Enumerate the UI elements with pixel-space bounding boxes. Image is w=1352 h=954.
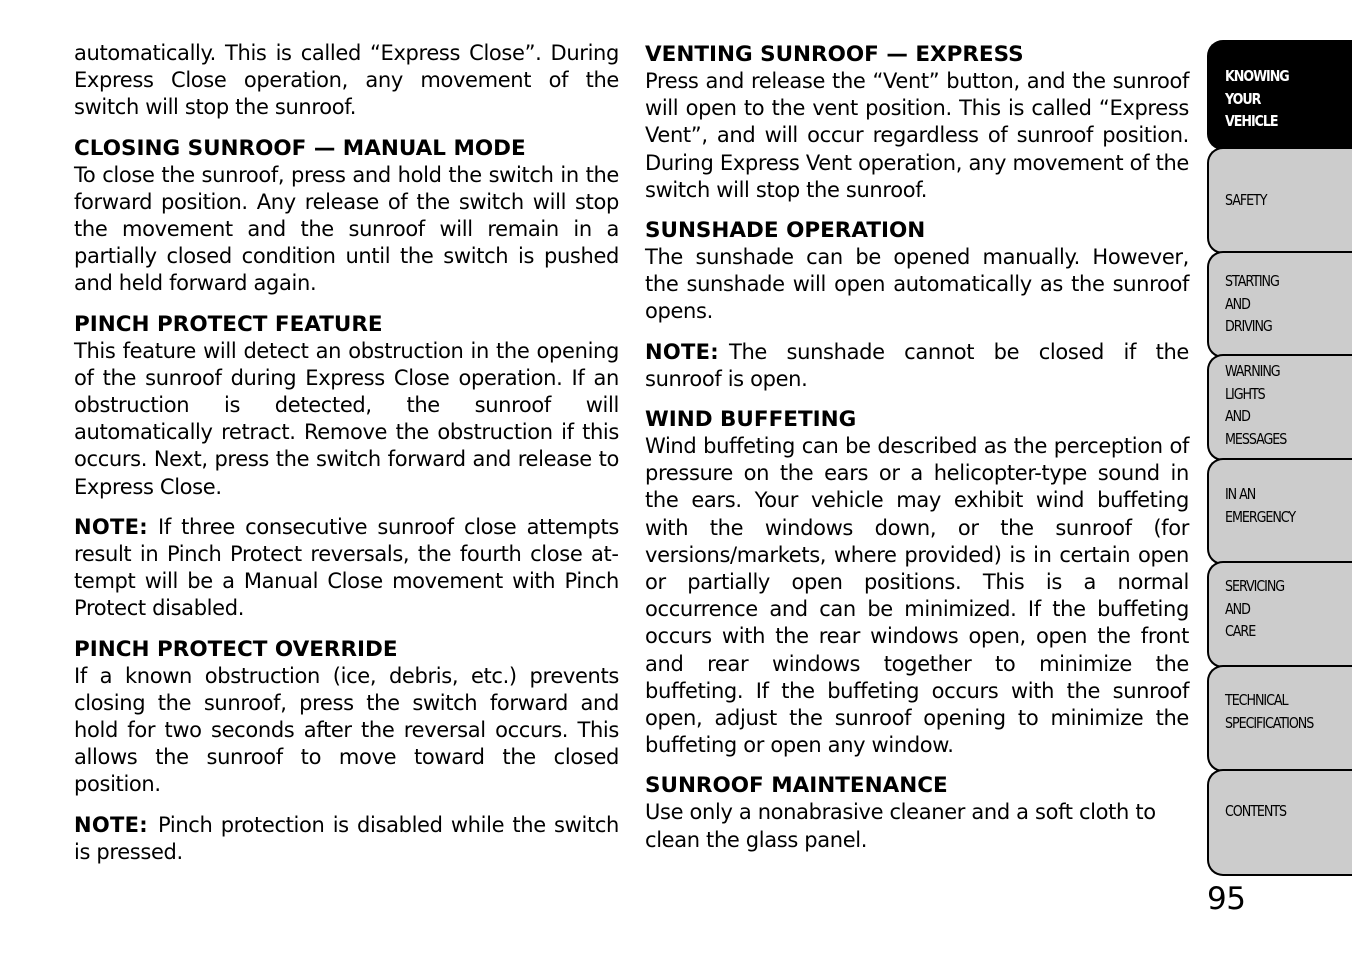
right-column: VENTING SUNROOF — EXPRESS Press and rele… xyxy=(645,41,1189,867)
tab-technical-specifications[interactable]: TECHNICAL SPECIFICATIONS xyxy=(1207,665,1352,772)
closing-manual-body: To close the sunroof, press and hold the… xyxy=(74,162,619,296)
note-pinch-disabled: NOTE: Pinch protection is disabled while … xyxy=(74,812,619,866)
tab-label: SERVICING AND CARE xyxy=(1225,577,1285,640)
venting-body: Press and release the “Vent” button, and… xyxy=(645,69,1189,202)
heading-maintenance: SUNROOF MAINTENANCE xyxy=(645,773,948,799)
left-column: automatically. This is called “Express C… xyxy=(74,40,619,879)
pinch-feature-body: This feature will detect an obstruction … xyxy=(74,338,619,499)
note-pinch-reversals: NOTE: If three consecutive sunroof close … xyxy=(74,514,619,623)
note-text: Pinch protection is disabled while the s… xyxy=(74,812,619,864)
tab-label: WARNING LIGHTS AND MESSAGES xyxy=(1225,362,1287,448)
note-text: The sunshade cannot be closed if the sun… xyxy=(645,339,1189,391)
tab-safety[interactable]: SAFETY xyxy=(1207,147,1352,254)
tab-label: SAFETY xyxy=(1225,191,1268,209)
note-label: NOTE: xyxy=(74,812,148,837)
wind-buffeting-body: Wind buffeting can be described as the p… xyxy=(645,434,1189,758)
heading-sunshade: SUNSHADE OPERATION xyxy=(645,218,926,244)
note-label: NOTE: xyxy=(645,339,719,364)
heading-closing-manual: CLOSING SUNROOF — MANUAL MODE xyxy=(74,135,526,161)
heading-pinch-feature: PINCH PROTECT FEATURE xyxy=(74,311,383,337)
tab-label: CONTENTS xyxy=(1225,802,1287,820)
tab-warning-lights[interactable]: WARNING LIGHTS AND MESSAGES xyxy=(1207,354,1352,461)
tab-label: IN AN EMERGENCY xyxy=(1225,485,1296,526)
heading-venting: VENTING SUNROOF — EXPRESS xyxy=(645,42,1024,67)
tab-in-an-emergency[interactable]: IN AN EMERGENCY xyxy=(1207,458,1352,565)
tab-label: STARTING AND DRIVING xyxy=(1225,272,1280,335)
heading-pinch-override: PINCH PROTECT OVERRIDE xyxy=(74,636,398,662)
heading-wind-buffeting: WIND BUFFETING xyxy=(645,407,857,433)
tab-knowing-your-vehicle[interactable]: KNOWING YOUR VEHICLE xyxy=(1207,40,1352,150)
tab-label: TECHNICAL SPECIFICATIONS xyxy=(1225,691,1314,732)
note-label: NOTE: xyxy=(74,514,148,539)
note-text: If three consecutive sunroof close attem… xyxy=(74,514,619,621)
maintenance-body: Use only a nonabrasive cleaner and a sof… xyxy=(645,800,1156,852)
page-number: 95 xyxy=(1207,881,1246,917)
pinch-override-body: If a known obstruction (ice, debris, etc… xyxy=(74,663,619,797)
intro-paragraph: automatically. This is called “Express C… xyxy=(74,41,619,120)
tab-contents[interactable]: CONTENTS xyxy=(1207,769,1352,876)
tab-servicing-and-care[interactable]: SERVICING AND CARE xyxy=(1207,561,1352,668)
tab-label: KNOWING YOUR VEHICLE xyxy=(1225,67,1290,130)
tab-starting-and-driving[interactable]: STARTING AND DRIVING xyxy=(1207,251,1352,358)
note-sunshade: NOTE: The sunshade cannot be closed if th… xyxy=(645,339,1189,393)
sunshade-body: The sunshade can be opened manually. How… xyxy=(645,245,1189,324)
